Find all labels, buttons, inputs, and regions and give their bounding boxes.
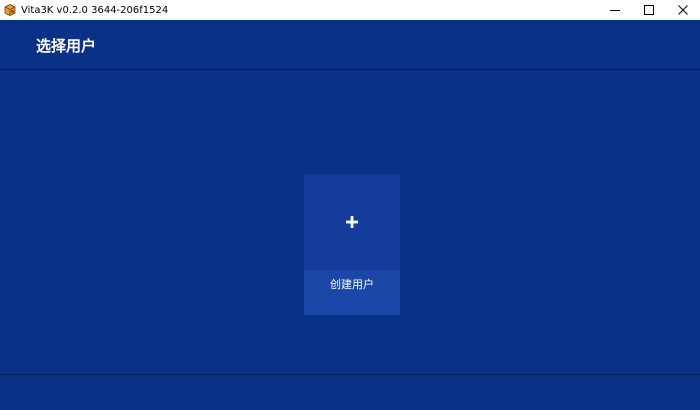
footer	[0, 375, 700, 410]
vita3k-logo-icon	[3, 3, 17, 17]
window-title: Vita3K v0.2.0 3644-206f1524	[21, 4, 169, 16]
app-window: Vita3K v0.2.0 3644-206f1524 选择用户 创建用户	[0, 0, 700, 410]
maximize-button[interactable]	[632, 0, 666, 20]
close-icon	[678, 5, 688, 15]
create-user-avatar[interactable]	[304, 174, 400, 270]
minimize-button[interactable]	[598, 0, 632, 20]
header: 选择用户	[0, 20, 700, 69]
title-bar[interactable]: Vita3K v0.2.0 3644-206f1524	[0, 0, 700, 20]
header-divider	[0, 69, 700, 70]
maximize-icon	[644, 5, 654, 15]
create-user-label: 创建用户	[330, 278, 374, 291]
window-controls	[598, 0, 700, 20]
create-user-label-area[interactable]: 创建用户	[304, 270, 400, 315]
create-user-button[interactable]: 创建用户	[304, 174, 400, 315]
minimize-icon	[610, 10, 620, 11]
plus-icon	[346, 216, 358, 228]
page-title: 选择用户	[36, 37, 97, 55]
close-button[interactable]	[666, 0, 700, 20]
